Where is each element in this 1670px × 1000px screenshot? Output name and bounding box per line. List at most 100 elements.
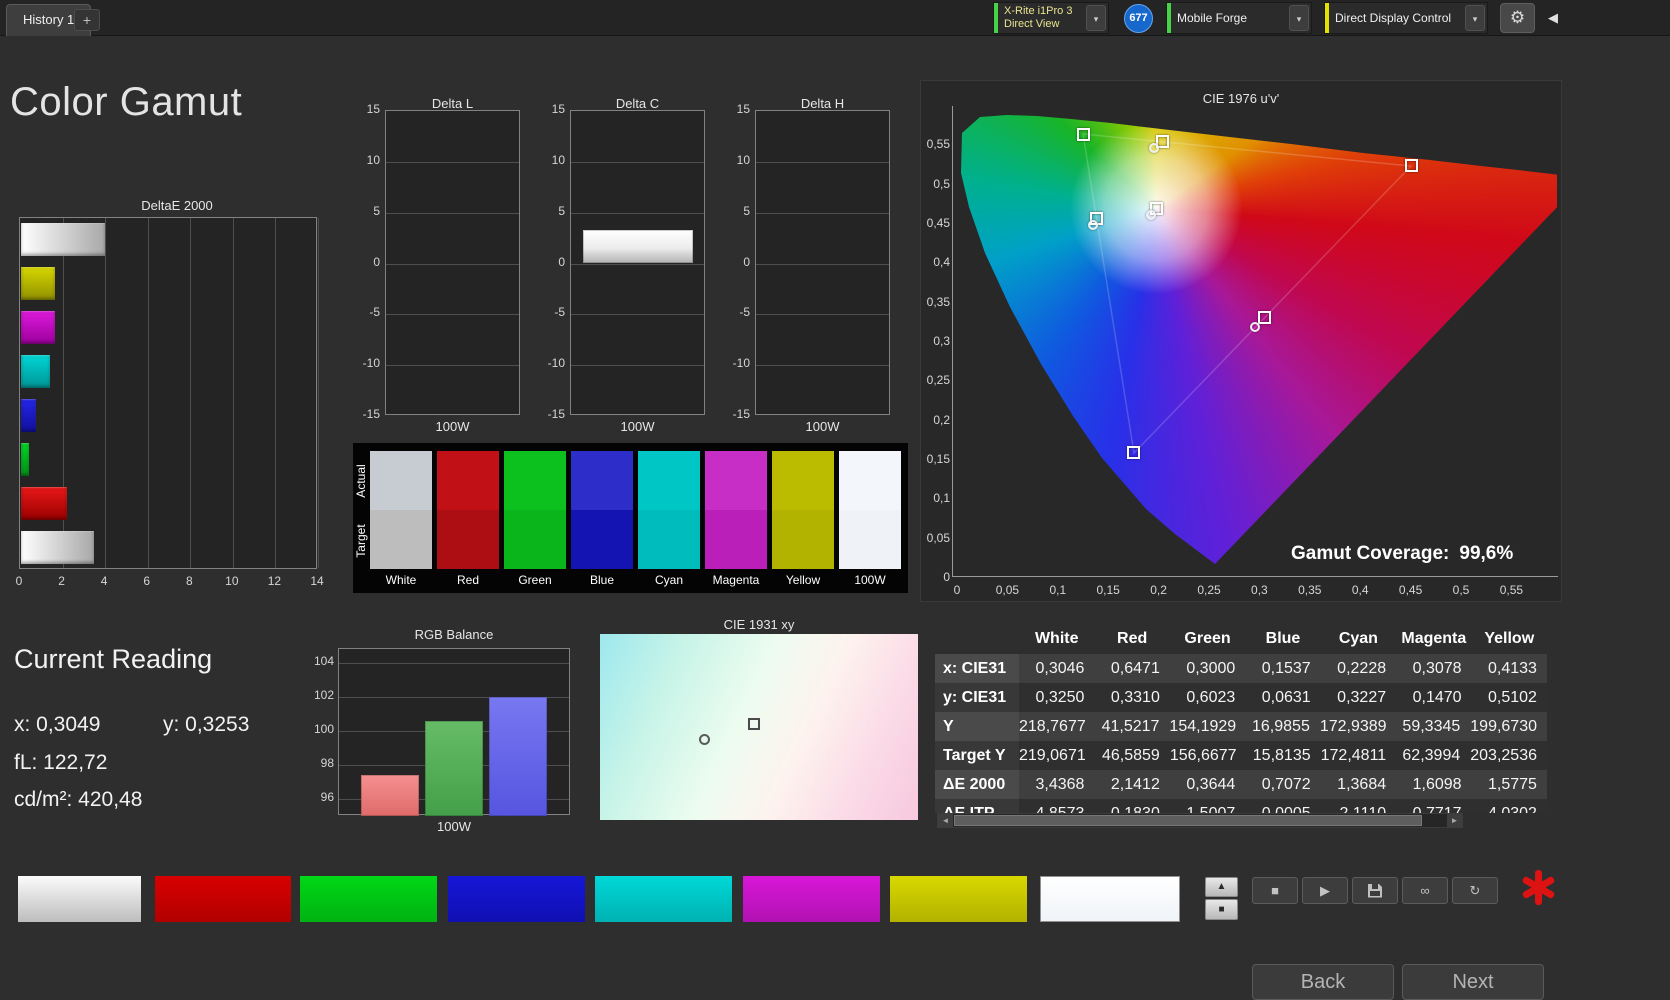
table-cell: 0,3046: [1035, 660, 1085, 677]
table-cell: 15,8135: [1252, 747, 1311, 764]
play-button[interactable]: ▶: [1302, 877, 1348, 904]
axis-tick-label: 10: [551, 152, 565, 167]
axis-tick-label: 0: [953, 583, 961, 597]
stop-icon: ■: [1271, 883, 1279, 898]
table-header-green: Green: [1184, 630, 1231, 647]
patch-swatch-gray-ramp: [18, 876, 141, 922]
axis-tick-label: 15: [366, 102, 380, 116]
axis-tick-label: 5: [743, 203, 750, 218]
axis-tick-label: -10: [732, 356, 750, 371]
table-scrollbar[interactable]: ◄ ►: [937, 813, 1463, 828]
meter-dropdown[interactable]: X-Rite i1Pro 3 Direct View ▾: [993, 2, 1109, 34]
gridline: [386, 212, 519, 214]
actual-swatch-red: [437, 451, 499, 510]
axis-tick-label: 0,15: [926, 451, 950, 466]
gridline: [571, 365, 704, 367]
add-tab-button[interactable]: +: [74, 9, 100, 31]
infinity-icon: ∞: [1420, 883, 1430, 898]
back-button[interactable]: Back: [1252, 964, 1394, 1000]
calman-asterisk-icon: [1520, 869, 1557, 906]
axis-tick-label: 0,25: [1197, 583, 1221, 597]
loop-button[interactable]: ↻: [1452, 877, 1498, 904]
table-cell: 0,1470: [1412, 689, 1462, 706]
deltae-bar-yellow: [21, 267, 55, 300]
table-row-label: y: CIE31: [935, 683, 1019, 712]
gridline: [756, 161, 889, 163]
play-icon: ▶: [1320, 882, 1330, 898]
gamut-triangle: [1082, 133, 1413, 455]
table-cell: 0,7072: [1261, 776, 1311, 793]
swatch-label: 100W: [854, 573, 886, 587]
axis-tick-label: 15: [736, 102, 750, 116]
refresh-icon: ↻: [1469, 882, 1481, 898]
rgb-bar-red: [361, 775, 419, 816]
settings-button[interactable]: ⚙: [1500, 3, 1535, 33]
save-button[interactable]: [1352, 877, 1398, 904]
delta-chart-delta-h: [755, 110, 890, 415]
actual-swatch-blue: [571, 451, 633, 510]
meter-status-indicator: [994, 3, 998, 33]
left-arrow-icon: ◀: [1548, 10, 1558, 25]
table-cell: 0,3078: [1412, 660, 1462, 677]
actual-swatch-green: [504, 451, 566, 510]
patch-swatch-green: [300, 876, 437, 922]
row-label-target: Target: [354, 524, 368, 558]
table-row: x: CIE31 0,3046 0,6471 0,3000 0,1537 0,2228 0,…: [935, 654, 1547, 683]
axis-tick-label: 0,1: [933, 491, 950, 506]
axis-tick-label: -10: [362, 356, 380, 371]
gridline: [339, 663, 569, 664]
table-row-label: ΔE ITP: [935, 799, 1019, 813]
patch-swatch-white: [1040, 876, 1180, 922]
axis-tick-label: 10: [736, 152, 750, 167]
scroll-left-button[interactable]: ◄: [938, 814, 953, 827]
chevron-down-icon[interactable]: ▾: [1465, 5, 1485, 31]
chevron-down-icon[interactable]: ▾: [1086, 5, 1106, 31]
collapse-panel-button[interactable]: ◀: [1540, 3, 1566, 33]
table-cell: 46,5859: [1101, 747, 1160, 764]
axis-tick-label: 0: [15, 574, 23, 588]
current-reading-heading: Current Reading: [14, 644, 213, 674]
table-cell: 199,6730: [1470, 718, 1537, 735]
table-header-blue: Blue: [1265, 630, 1301, 647]
cie1931-diagram: [600, 634, 918, 820]
display-control-dropdown[interactable]: Direct Display Control ▾: [1324, 2, 1488, 34]
table-cell: 0,3227: [1337, 689, 1387, 706]
table-cell: 0,3000: [1186, 660, 1236, 677]
table-cell: 0,3644: [1186, 776, 1236, 793]
next-button[interactable]: Next: [1402, 964, 1544, 1000]
workflow-dropdown[interactable]: Mobile Forge ▾: [1166, 2, 1312, 34]
patch-swatch-red: [155, 876, 291, 922]
chevron-down-icon[interactable]: ▾: [1289, 5, 1309, 31]
table-header-white: White: [1034, 630, 1079, 647]
table-header-magenta: Magenta: [1401, 630, 1467, 647]
actual-swatch-yellow: [772, 451, 834, 510]
table-cell: 219,0671: [1019, 747, 1086, 764]
rgb-balance-title: RGB Balance: [414, 627, 494, 642]
patch-swatch-magenta: [743, 876, 880, 922]
table-cell: 1,5775: [1488, 776, 1537, 793]
axis-tick-label: -5: [739, 305, 750, 320]
panel-up-button[interactable]: ▲: [1205, 877, 1238, 897]
axis-tick-label: 0,2: [933, 412, 950, 427]
axis-tick-label: 15: [551, 102, 565, 116]
axis-tick-label: 100: [313, 722, 334, 736]
table-row: ΔE 2000 3,4368 2,1412 0,3644 0,7072 1,3684 1,6…: [935, 770, 1547, 799]
table-row: Y 218,7677 41,5217 154,1929 16,9855 172,9389 5…: [935, 712, 1547, 741]
table-row: ΔE ITP4,85730,18301,50070,00052,11100,77…: [935, 799, 1547, 813]
scroll-right-button[interactable]: ►: [1447, 814, 1462, 827]
gridline: [105, 218, 107, 568]
actual-target-strip: Actual Target White Red Green Blue Cyan Magenta…: [353, 443, 908, 593]
scrollbar-thumb[interactable]: [954, 815, 1422, 826]
table-cell: 0,1830: [1094, 799, 1169, 813]
continuous-measure-button[interactable]: ∞: [1402, 877, 1448, 904]
cie1931-title: CIE 1931 xy: [723, 617, 795, 632]
deltae2000-title: DeltaE 2000: [141, 198, 213, 213]
stop-button[interactable]: ■: [1252, 877, 1298, 904]
axis-tick-label: 0,5: [1452, 583, 1470, 597]
workflow-name: Mobile Forge: [1177, 11, 1248, 25]
panel-window-button[interactable]: ■: [1205, 899, 1238, 920]
axis-tick-label: 0,55: [1499, 583, 1524, 597]
actual-swatch-magenta: [705, 451, 767, 510]
display-control-name: Direct Display Control: [1335, 11, 1452, 25]
gear-icon: ⚙: [1509, 8, 1526, 27]
